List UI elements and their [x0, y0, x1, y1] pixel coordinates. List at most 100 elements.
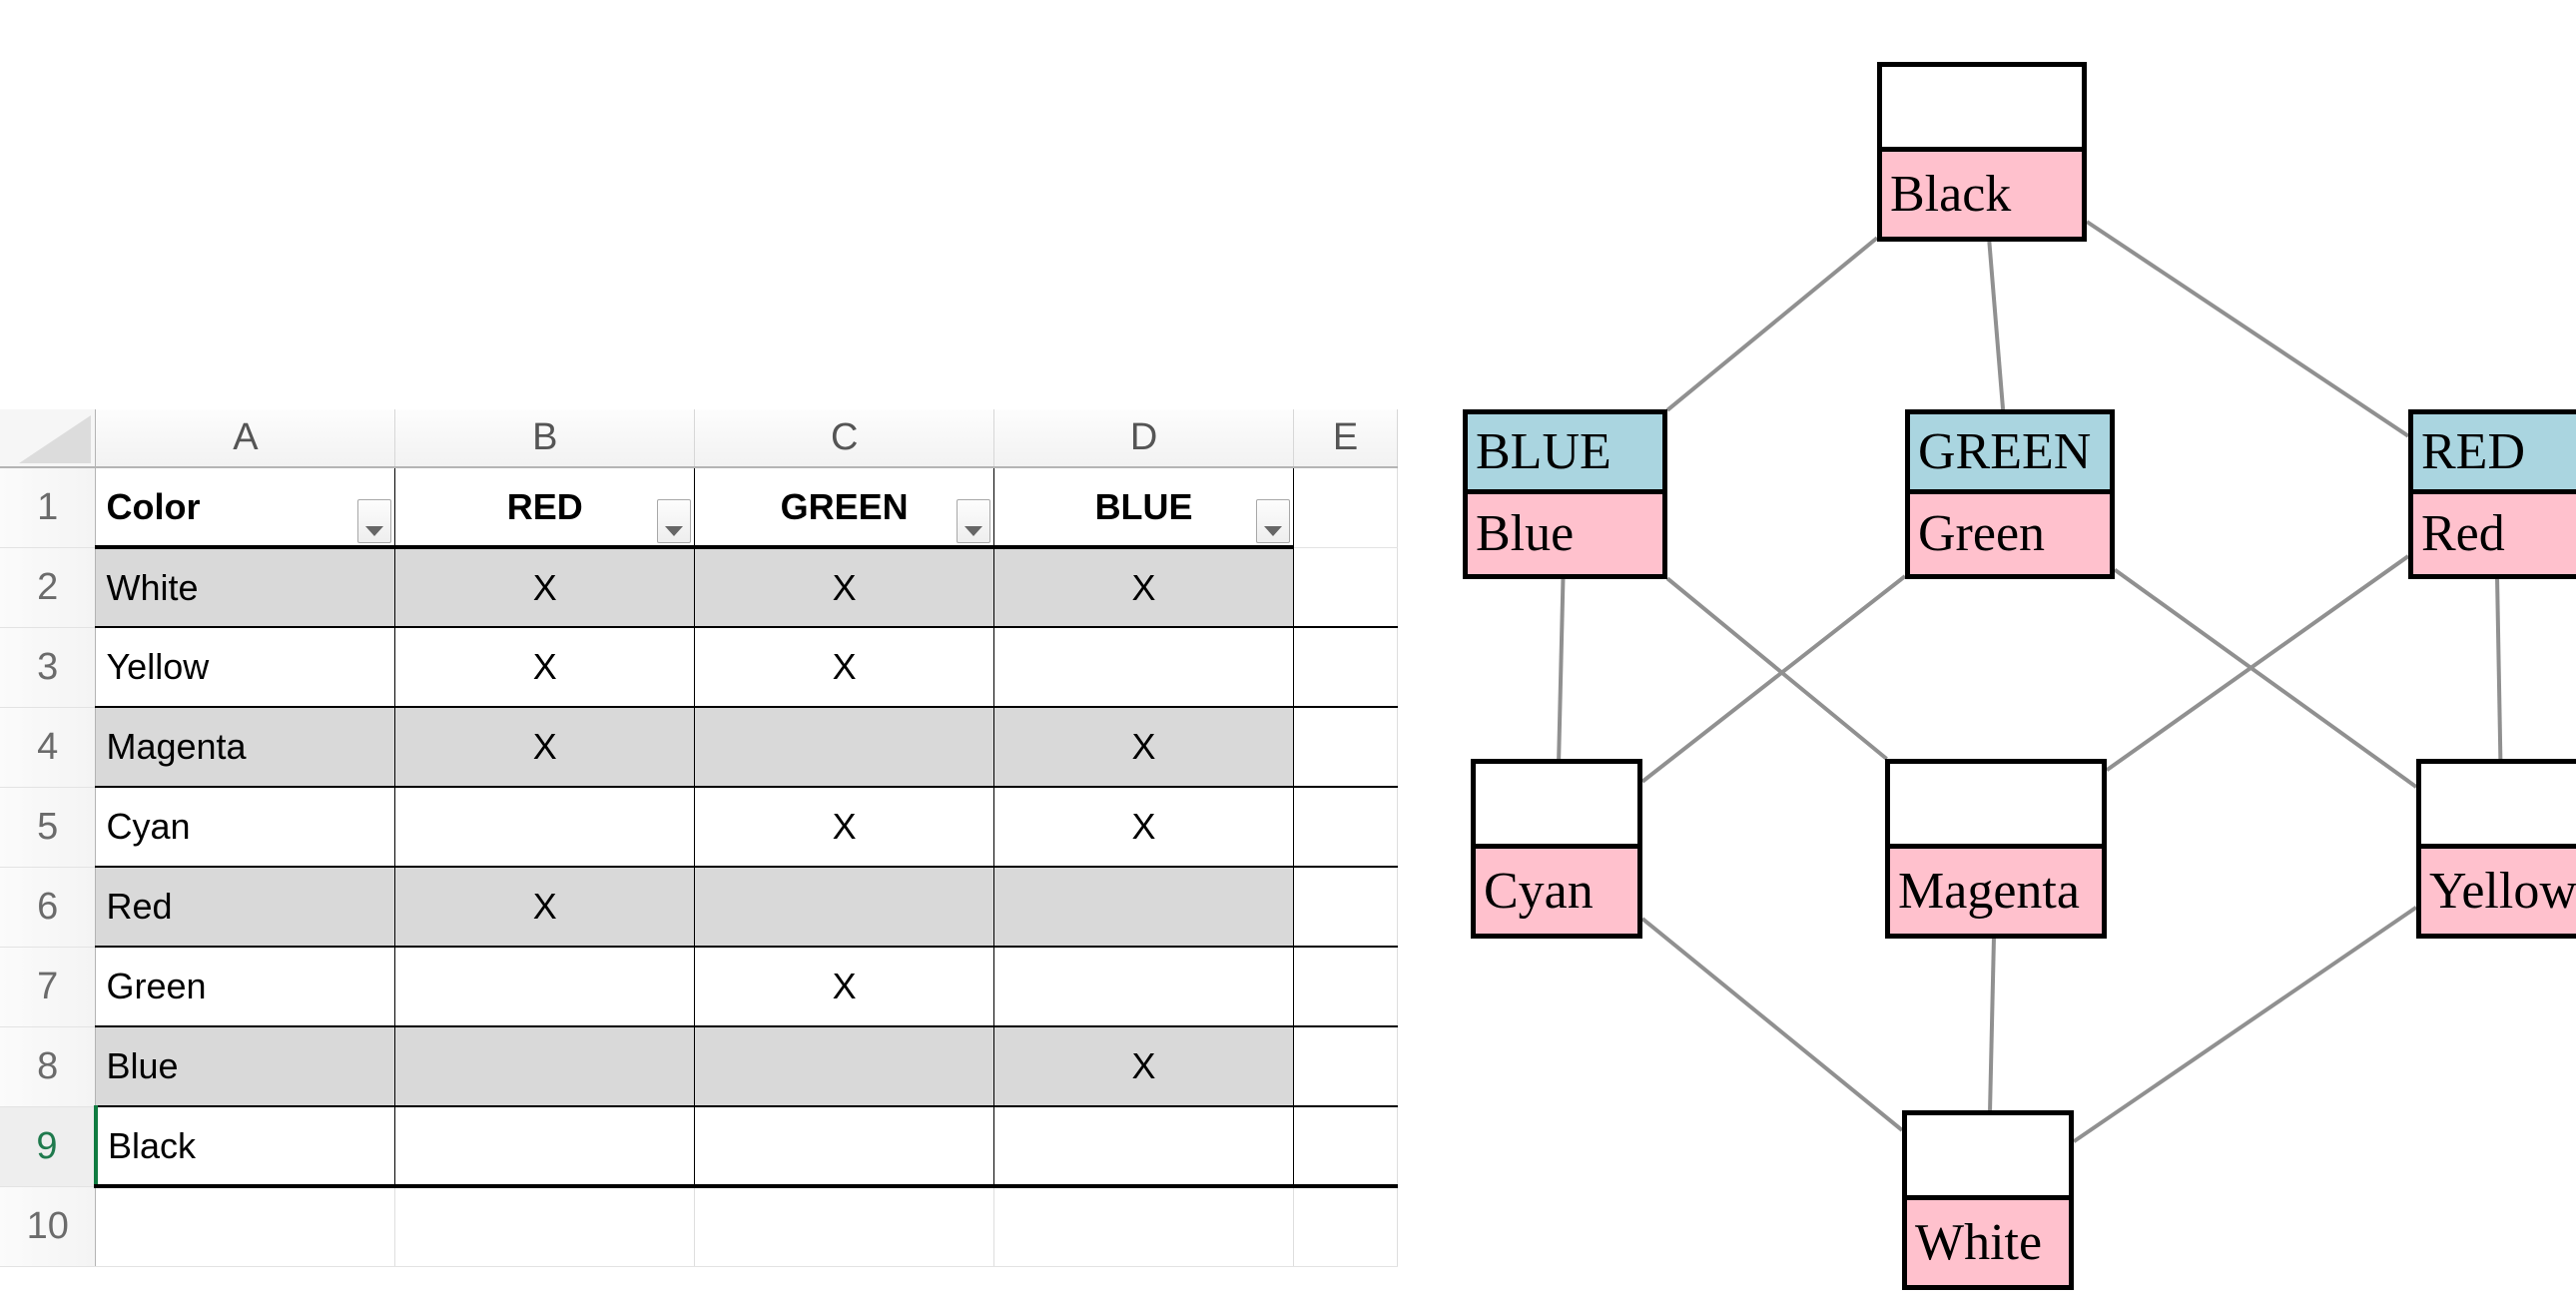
- filter-dropdown-green[interactable]: [957, 499, 991, 543]
- diagram-edge-blue-magenta: [1665, 576, 1888, 761]
- row-header-9[interactable]: 9: [0, 1106, 97, 1187]
- diagram-node-green: GREEN Green: [1905, 409, 2115, 579]
- row-header-2[interactable]: 2: [0, 547, 97, 628]
- cell-a3[interactable]: Yellow: [95, 627, 396, 708]
- table-header-row: 1 Color RED GREEN BLUE: [0, 466, 1398, 549]
- cell-a6[interactable]: Red: [95, 867, 396, 948]
- cell-c4[interactable]: [694, 707, 995, 788]
- diagram-edge-cyan-white: [1640, 917, 1904, 1132]
- diagram-node-blue: BLUE Blue: [1463, 409, 1667, 579]
- cell-e5[interactable]: [1293, 787, 1398, 868]
- column-header-d[interactable]: D: [993, 409, 1294, 468]
- cell-b6[interactable]: X: [394, 867, 696, 948]
- cell-e2[interactable]: [1293, 547, 1398, 628]
- row-header-5[interactable]: 5: [0, 787, 97, 868]
- header-cell-red[interactable]: RED: [394, 466, 696, 549]
- spreadsheet-grid[interactable]: A B C D E 1 Color RED GREEN BLUE 2 White…: [0, 409, 1398, 1310]
- row-header-10[interactable]: 10: [0, 1186, 97, 1267]
- diagram-node-cyan: Cyan: [1471, 759, 1642, 939]
- cell-e9[interactable]: [1293, 1106, 1398, 1188]
- cell-b4[interactable]: X: [394, 707, 696, 788]
- row-header-1[interactable]: 1: [0, 467, 97, 548]
- cell-e8[interactable]: [1293, 1026, 1398, 1107]
- row-header-7[interactable]: 7: [0, 947, 97, 1027]
- cell-a10[interactable]: [95, 1186, 396, 1267]
- cell-d9[interactable]: [993, 1106, 1294, 1188]
- cell-d2[interactable]: X: [993, 547, 1294, 628]
- filter-dropdown-color[interactable]: [357, 499, 392, 543]
- table-row: 6 Red X: [0, 867, 1398, 948]
- cell-c5[interactable]: X: [694, 787, 995, 868]
- cell-a9[interactable]: Black: [93, 1106, 396, 1188]
- node-green-top-label: GREEN: [1910, 414, 2110, 494]
- chevron-down-icon: [665, 526, 684, 536]
- cell-b3[interactable]: X: [394, 627, 696, 708]
- cell-d7[interactable]: [993, 947, 1294, 1027]
- header-cell-blue[interactable]: BLUE: [993, 466, 1294, 549]
- cell-e10[interactable]: [1293, 1186, 1398, 1267]
- row-header-3[interactable]: 3: [0, 627, 97, 708]
- cell-e6[interactable]: [1293, 867, 1398, 948]
- row-header-8[interactable]: 8: [0, 1026, 97, 1107]
- cell-b5[interactable]: [394, 787, 696, 868]
- diagram-node-yellow: Yellow: [2416, 759, 2576, 939]
- cell-b7[interactable]: [394, 947, 696, 1027]
- node-white-bottom-label: White: [1907, 1200, 2069, 1285]
- cell-c7[interactable]: X: [694, 947, 995, 1027]
- node-red-bottom-label: Red: [2413, 494, 2576, 574]
- cell-a5[interactable]: Cyan: [95, 787, 396, 868]
- filter-dropdown-blue[interactable]: [1256, 499, 1290, 543]
- node-magenta-bottom-label: Magenta: [1890, 849, 2102, 934]
- cell-b9[interactable]: [394, 1106, 696, 1188]
- column-header-row: A B C D E: [0, 409, 1398, 468]
- cell-c3[interactable]: X: [694, 627, 995, 708]
- cell-a4[interactable]: Magenta: [95, 707, 396, 788]
- diagram-edge-green-cyan: [1640, 574, 1907, 784]
- cell-c10[interactable]: [694, 1186, 995, 1267]
- cell-d3[interactable]: [993, 627, 1294, 708]
- select-all-corner[interactable]: [0, 409, 97, 468]
- column-header-a[interactable]: A: [95, 409, 396, 468]
- cell-d8[interactable]: X: [993, 1026, 1294, 1107]
- column-header-b[interactable]: B: [394, 409, 696, 468]
- cell-d4[interactable]: X: [993, 707, 1294, 788]
- cell-a7[interactable]: Green: [95, 947, 396, 1027]
- table-row: 2 White X X X: [0, 547, 1398, 628]
- cell-e3[interactable]: [1293, 627, 1398, 708]
- cell-e7[interactable]: [1293, 947, 1398, 1027]
- filter-dropdown-red[interactable]: [657, 499, 692, 543]
- cell-d5[interactable]: X: [993, 787, 1294, 868]
- diagram-edge-green-yellow: [2113, 567, 2418, 789]
- cell-d10[interactable]: [993, 1186, 1294, 1267]
- table-row-active: 9 Black: [0, 1106, 1398, 1188]
- cell-a8[interactable]: Blue: [95, 1026, 396, 1107]
- row-header-4[interactable]: 4: [0, 707, 97, 788]
- row-header-6[interactable]: 6: [0, 867, 97, 948]
- header-label-color: Color: [106, 485, 201, 527]
- cell-b10[interactable]: [394, 1186, 696, 1267]
- cell-c9[interactable]: [694, 1106, 995, 1188]
- cell-c8[interactable]: [694, 1026, 995, 1107]
- cell-e4[interactable]: [1293, 707, 1398, 788]
- cell-b8[interactable]: [394, 1026, 696, 1107]
- node-blue-bottom-label: Blue: [1468, 494, 1662, 574]
- header-label-red: RED: [506, 485, 583, 527]
- cell-b2[interactable]: X: [394, 547, 696, 628]
- cell-e1[interactable]: [1293, 467, 1398, 548]
- column-header-e[interactable]: E: [1293, 409, 1398, 468]
- cell-d6[interactable]: [993, 867, 1294, 948]
- diagram-edge-black-blue: [1665, 236, 1879, 412]
- diagram-edge-black-green: [1987, 241, 2006, 410]
- node-blue-top-label: BLUE: [1468, 414, 1662, 494]
- diagram-edge-red-yellow: [2495, 578, 2503, 760]
- cell-c2[interactable]: X: [694, 547, 995, 628]
- spreadsheet-table: A B C D E 1 Color RED GREEN BLUE 2 White…: [0, 409, 1398, 1267]
- table-row: 4 Magenta X X: [0, 707, 1398, 788]
- cell-a2[interactable]: White: [95, 547, 396, 628]
- header-cell-green[interactable]: GREEN: [694, 466, 995, 549]
- node-red-top-label: RED: [2413, 414, 2576, 494]
- column-header-c[interactable]: C: [694, 409, 995, 468]
- screenshot-root: A B C D E 1 Color RED GREEN BLUE 2 White…: [0, 0, 2576, 1310]
- header-cell-color[interactable]: Color: [95, 466, 396, 549]
- cell-c6[interactable]: [694, 867, 995, 948]
